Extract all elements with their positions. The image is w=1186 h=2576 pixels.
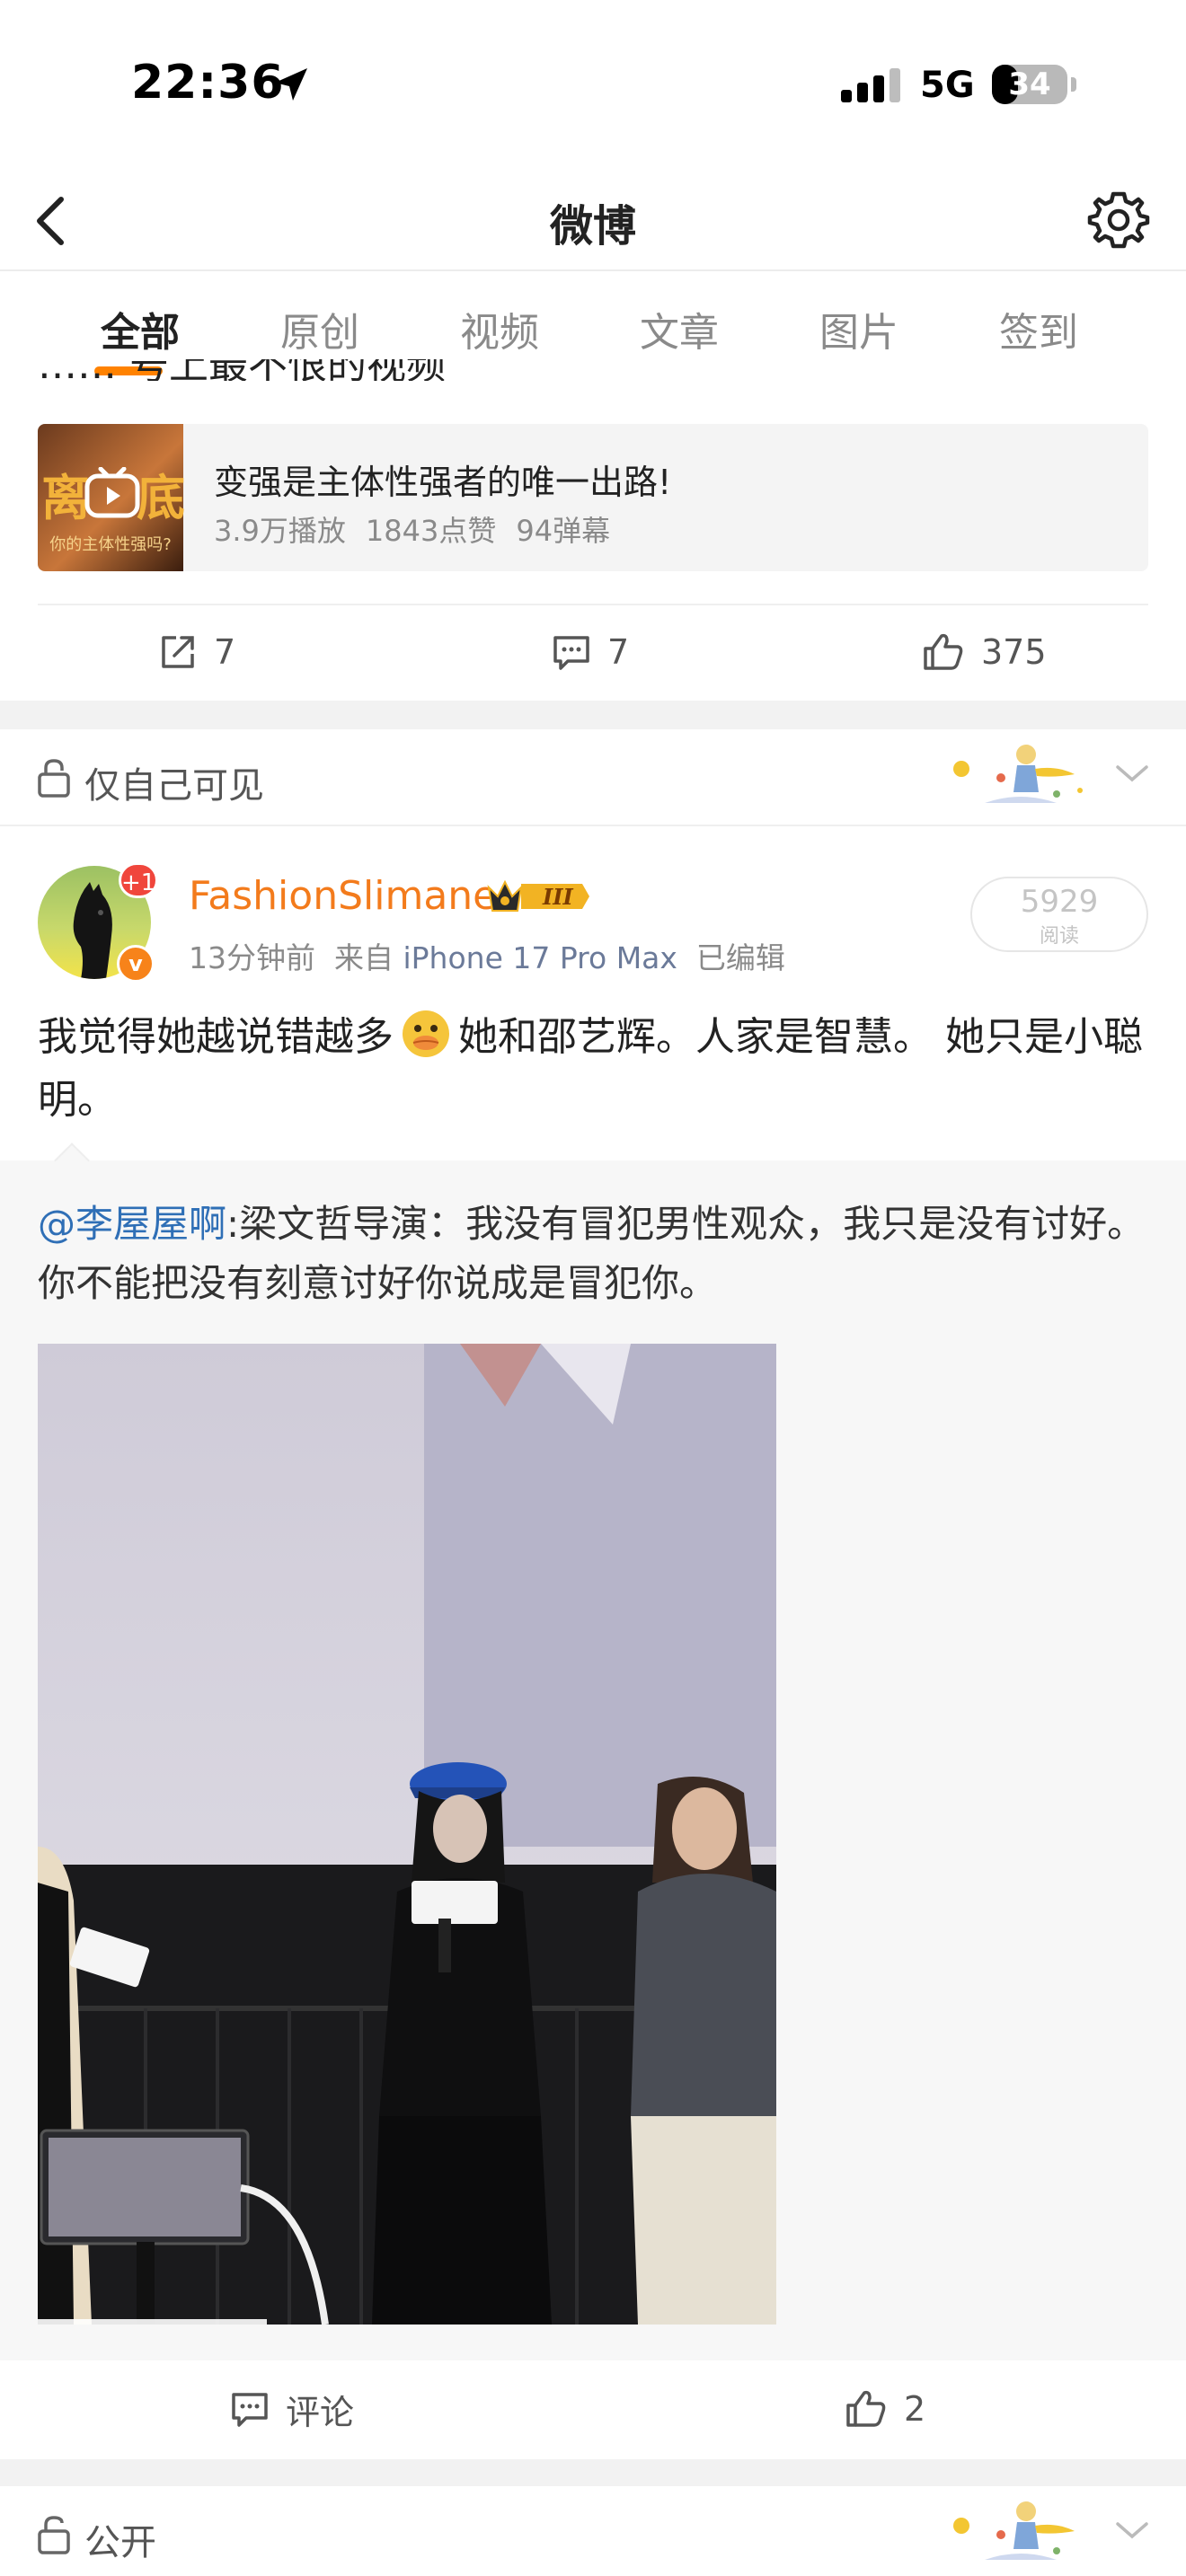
thumbnail-caption: 你的主体性强吗? [49,535,172,554]
media-progress-bar [38,2319,267,2325]
post-time: 13分钟前 [189,940,315,975]
chevron-down-icon[interactable] [1112,2517,1152,2544]
status-bar: 22:36 5G 34 [0,0,1186,171]
crown-member-badge-icon: III [487,879,589,912]
verified-badge-icon: v [117,945,155,983]
video-card[interactable]: 离 底 你的主体性强吗? 变强是主体性强者的唯一出路! 3.9万播放 1843点赞… [38,424,1148,571]
duck-emoji-icon [403,1010,449,1057]
tv-play-icon [84,467,140,518]
previous-post-text: …… 号上最不恨的视频 [38,359,577,381]
thumbnail-char-left: 离 [41,470,90,526]
comment-label: 评论 [286,2392,355,2432]
author-name[interactable]: FashionSlimane [189,873,497,919]
feed-gap [0,2459,1186,2486]
thumbnail-char-right: 底 [137,470,185,526]
comment-button[interactable]: 评论 [230,2380,354,2438]
repost-button[interactable]: 7 [158,623,235,681]
svg-text:III: III [542,884,573,910]
navigation-bar: 微博 [0,171,1186,271]
tab-article[interactable]: 文章 [616,300,742,357]
tab-all[interactable]: 全部 [77,300,203,357]
mention-link[interactable]: @李屋屋啊 [38,1202,226,1246]
tab-video[interactable]: 视频 [437,300,562,357]
cellular-signal-icon [841,68,900,102]
stage-photo-illustration [38,1344,776,2325]
comment-icon [553,636,589,670]
video-plays: 3.9万播放 [214,514,346,548]
read-label: 阅读 [1039,925,1079,948]
share-icon [162,636,194,668]
thumbs-up-icon [846,2390,886,2427]
thumbs-up-icon [924,633,963,670]
post-text-part-1: 我觉得她越说错越多 [38,1014,394,1060]
notification-badge: +1 [119,862,158,898]
visibility-row[interactable]: 仅自己可见 [0,729,1186,830]
little-prince-decoration-icon [953,2501,1075,2560]
battery-tip [1071,77,1076,92]
source-device[interactable]: iPhone 17 Pro Max [403,940,677,975]
horse-avatar-image [73,882,112,979]
unlock-icon [38,2516,70,2554]
chevron-down-icon[interactable] [1112,760,1152,787]
tab-original[interactable]: 原创 [257,300,383,357]
repost-count: 7 [214,632,236,672]
read-count: 5929 [1020,884,1099,920]
video-stats: 3.9万播放 1843点赞 94弹幕 [214,508,630,550]
like-button[interactable]: 2 [845,2380,925,2438]
visibility-row[interactable]: 公开 [0,2486,1186,2576]
post-meta: 13分钟前 来自 iPhone 17 Pro Max 已编辑 [189,934,785,977]
like-count: 2 [904,2389,926,2429]
video-likes: 1843点赞 [365,514,497,548]
read-count-badge: 5929 阅读 [970,877,1148,952]
divider [38,604,1148,605]
comment-count: 7 [607,632,630,672]
divider [0,825,1186,826]
lock-icon [38,759,70,798]
like-count: 375 [981,632,1047,672]
like-button[interactable]: 375 [922,623,1047,681]
location-arrow-icon [275,68,307,101]
network-type: 5G [920,65,975,106]
post-body: 我觉得她越说错越多 她和邵艺辉。人家是智慧。 她只是小聪明。 [38,1006,1152,1132]
repost-body: @李屋屋啊:梁文哲导演：我没有冒犯男性观众，我只是没有讨好。你不能把没有刻意讨好… [38,1195,1152,1313]
little-prince-decoration-icon [953,745,1083,803]
tab-checkin[interactable]: 签到 [976,300,1102,357]
source-prefix: 来自 [333,940,394,975]
video-danmaku: 94弹幕 [516,514,611,548]
comment-button[interactable]: 7 [552,623,629,681]
visibility-label: 公开 [84,2522,156,2563]
comment-icon [232,2393,268,2427]
gear-icon[interactable] [1087,189,1150,251]
video-thumbnail: 离 底 你的主体性强吗? [38,424,185,571]
post-action-bar: 评论 2 [0,2360,1186,2459]
battery-percent: 34 [1008,66,1051,102]
tab-images[interactable]: 图片 [796,300,922,357]
visibility-label: 仅自己可见 [84,765,264,807]
clock: 22:36 [131,56,285,110]
page-title: 微博 [549,201,636,251]
video-title: 变强是主体性强者的唯一出路! [214,463,672,502]
repost-image[interactable] [38,1344,776,2325]
edited-label: 已编辑 [695,940,785,975]
feed-gap [0,701,1186,729]
battery-icon: 34 [992,65,1067,104]
